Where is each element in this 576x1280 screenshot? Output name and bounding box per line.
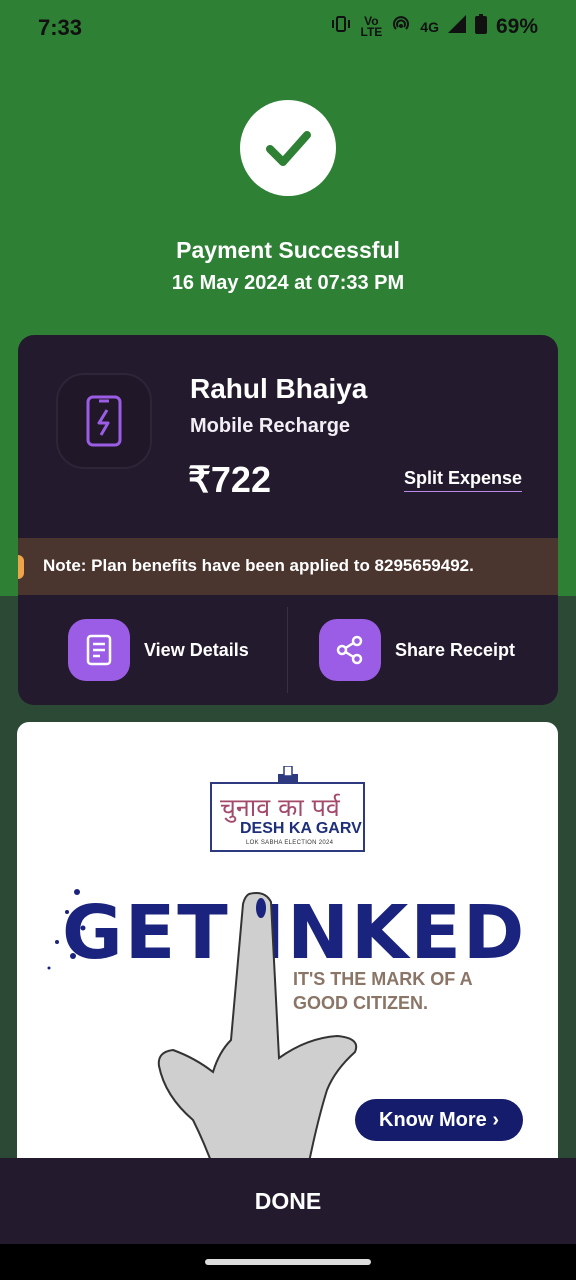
status-icons: Vo LTE 4G 69%: [330, 13, 538, 39]
payment-card: Rahul Bhaiya Mobile Recharge ₹722 Split …: [18, 335, 558, 705]
document-icon: [68, 619, 130, 681]
election-ad-banner[interactable]: चुनाव का पर्व DESH KA GARV LOK SABHA ELE…: [17, 722, 558, 1172]
share-receipt-label: Share Receipt: [395, 639, 516, 660]
hotspot-icon: [391, 14, 411, 39]
action-divider: [287, 607, 288, 693]
share-icon: [319, 619, 381, 681]
home-indicator[interactable]: [205, 1259, 371, 1265]
mobile-recharge-icon: [56, 373, 152, 469]
inked-finger-illustration: [157, 890, 367, 1172]
election-logo: चुनाव का पर्व DESH KA GARV LOK SABHA ELE…: [210, 782, 365, 852]
election-subtitle: DESH KA GARV: [240, 820, 362, 837]
network-type: 4G: [420, 18, 439, 35]
plan-note-text: Note: Plan benefits have been applied to…: [43, 556, 474, 575]
success-datetime: 16 May 2024 at 07:33 PM: [171, 272, 405, 294]
status-bar: 7:33 Vo LTE 4G 69%: [0, 0, 576, 56]
merchant-name: Rahul Bhaiya: [190, 373, 368, 404]
view-details-button[interactable]: View Details: [68, 619, 249, 681]
battery-percent: 69%: [495, 14, 538, 38]
plan-note-banner: Note: Plan benefits have been applied to…: [18, 538, 558, 595]
share-receipt-button[interactable]: Share Receipt: [319, 619, 515, 681]
volte-icon: Vo LTE: [360, 13, 383, 39]
payment-category: Mobile Recharge: [190, 415, 351, 437]
ad-tagline-line-1: IT'S THE MARK OF A: [293, 969, 473, 989]
success-title: Payment Successful: [176, 237, 400, 263]
election-small-text: LOK SABHA ELECTION 2024: [246, 840, 334, 846]
note-accent: [18, 555, 24, 579]
election-hindi-title: चुनाव का पर्व: [220, 793, 340, 822]
success-check-icon: [240, 100, 336, 196]
vibrate-icon: [330, 14, 352, 39]
know-more-button[interactable]: Know More ›: [355, 1099, 523, 1141]
status-time: 7:33: [38, 15, 83, 40]
view-details-label: View Details: [144, 639, 249, 660]
done-label: DONE: [254, 1187, 322, 1214]
payment-amount: ₹722: [188, 459, 271, 500]
split-expense-link[interactable]: Split Expense: [403, 468, 522, 492]
signal-icon: [447, 15, 466, 38]
battery-icon: [474, 14, 487, 39]
ad-tagline: IT'S THE MARK OF A GOOD CITIZEN.: [293, 967, 473, 1015]
done-button[interactable]: DONE: [0, 1158, 576, 1244]
ad-tagline-line-2: GOOD CITIZEN.: [293, 993, 428, 1013]
